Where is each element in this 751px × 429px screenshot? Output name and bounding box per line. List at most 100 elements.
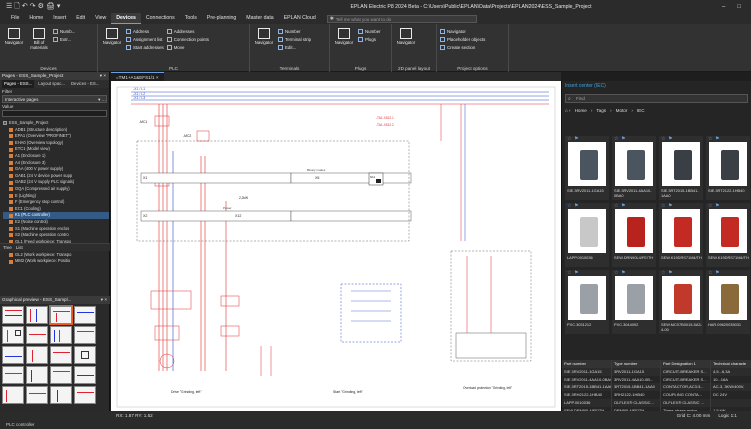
menu-file[interactable]: File <box>6 13 24 24</box>
page-thumbnail[interactable] <box>50 386 72 404</box>
tree-item[interactable]: GQA (Compressed air supply) <box>3 186 109 193</box>
menu-edit[interactable]: Edit <box>71 13 90 24</box>
tree-item[interactable]: GAA (400 V power supply) <box>3 166 109 173</box>
back-icon[interactable]: ⌂ ‹ <box>565 106 571 115</box>
part-card[interactable]: ☆ ⚑ SIE.3RT2122-1HB40 <box>706 136 750 200</box>
undo-icon[interactable]: ↶ <box>22 3 28 10</box>
page-thumbnail[interactable] <box>49 305 73 325</box>
tree-item[interactable]: A4 (Enclosure 3) <box>3 160 109 167</box>
start-addresses-button[interactable]: Start addresses <box>126 44 164 51</box>
tree-item[interactable]: A1 (Enclosure 1) <box>3 153 109 160</box>
tree-item[interactable]: EHA0 (Overview topology) <box>3 140 109 147</box>
part-card[interactable]: ☆ ⚑ SEW.MC07B0015-5A3-4-00 <box>659 270 703 334</box>
tab-devices[interactable]: Devices - ES... <box>69 80 101 88</box>
assignment-list-button[interactable]: Assignment list <box>126 36 164 43</box>
minimize-button[interactable]: – <box>722 4 725 10</box>
customize-dropdown-icon[interactable]: ▾ <box>57 3 61 10</box>
tree-item[interactable]: E2 (Noise control) <box>3 219 109 226</box>
tree-item[interactable]: EC1 (Cooling) <box>3 206 109 213</box>
menu-eplan-cloud[interactable]: EPLAN Cloud <box>279 13 321 24</box>
schematic-canvas[interactable]: -X1 / L1 -X1 / L2 -X1 / L3 -MC1 -MC2 X1 … <box>111 81 561 411</box>
breadcrumb-home[interactable]: Home <box>575 106 587 115</box>
page-thumbnail[interactable] <box>2 386 24 404</box>
panel-close-icon[interactable]: ▾ × <box>100 72 106 80</box>
part-card[interactable]: ☆ ⚑ PXC.3044092 <box>612 270 656 334</box>
devices-extras-button[interactable]: Extr... <box>53 36 75 43</box>
devices-number-button[interactable]: Numb... <box>53 28 75 35</box>
close-icon[interactable]: × <box>156 75 159 80</box>
tree-root[interactable]: ESS_Sample_Project <box>3 120 109 127</box>
part-card[interactable]: ☆ ⚑ SEW.DRN90L4/FE/TH <box>612 203 656 267</box>
plugs-button[interactable]: Plugs <box>358 36 381 43</box>
tree-item[interactable]: GAB2 (24 V supply PLC signals) <box>3 179 109 186</box>
page-thumbnail[interactable] <box>26 346 48 364</box>
menu-view[interactable]: View <box>90 13 111 24</box>
breadcrumb-iec[interactable]: IEC <box>637 106 645 115</box>
menu-insert[interactable]: Insert <box>48 13 71 24</box>
status-logic[interactable]: Logic 1:1 <box>718 411 737 420</box>
page-thumbnail[interactable] <box>50 366 72 384</box>
part-card[interactable]: ☆ ⚑ HAR.09620035031 <box>706 270 750 334</box>
part-card[interactable]: ☆ ⚑ SIE.3RT2015-1BB41-1AA0 <box>659 136 703 200</box>
page-thumbnail[interactable] <box>2 346 24 364</box>
tab-tree[interactable]: Tree <box>3 244 12 251</box>
tree-item[interactable]: S1 (Machine operation enclos <box>3 226 109 233</box>
create-section-button[interactable]: Create section <box>440 44 485 51</box>
connection-points-button[interactable]: Connection points <box>166 36 209 43</box>
tree-item[interactable]: MM2 (Work workpiece: Positio <box>3 258 109 265</box>
placeholder-objects-button[interactable]: Placeholder objects <box>440 36 485 43</box>
tree-item[interactable]: GL2 (Work workpiece: Transpo <box>3 252 109 259</box>
menu-pre-planning[interactable]: Pre-planning <box>202 13 241 24</box>
part-card[interactable]: ☆ ⚑ PXC.3031212 <box>565 270 609 334</box>
page-thumbnail[interactable] <box>26 386 48 404</box>
tab-list[interactable]: List <box>16 244 23 251</box>
menu-tools[interactable]: Tools <box>180 13 202 24</box>
tab-layout-space[interactable]: Layout spac... <box>36 80 67 88</box>
filter-select[interactable]: Interactive pages ▾ … <box>2 95 107 103</box>
part-card[interactable]: ☆ ⚑ SEW.K19DRS71M4/TH <box>659 203 703 267</box>
tree-item[interactable]: F (Emergency stop control) <box>3 199 109 206</box>
tree-item[interactable]: EPA1 (Overview "PROFINET") <box>3 133 109 140</box>
table-row[interactable]: LAPP.0010036 OLFLEX® CLASSIC... OLFLEX® CL… <box>562 398 751 407</box>
tree-item[interactable]: K1 (PLC controller) <box>3 212 109 219</box>
page-thumbnail[interactable] <box>74 386 96 404</box>
plc-address-button[interactable]: Address <box>126 28 164 35</box>
page-thumbnail[interactable] <box>2 366 24 384</box>
column-header[interactable]: Type number <box>612 360 661 368</box>
tab-schematic-page[interactable]: =TM1+A1&EFS1/1 × <box>111 72 164 81</box>
terminal-strip-button[interactable]: Terminal strip <box>278 36 311 43</box>
part-card[interactable]: ☆ ⚑ SEW.K19DRS71M4/TH <box>706 203 750 267</box>
maximize-button[interactable]: □ <box>737 4 741 10</box>
tree-item[interactable]: ADB1 (Structure description) <box>3 127 109 134</box>
value-input[interactable] <box>2 110 107 117</box>
page-thumbnail[interactable] <box>74 346 96 364</box>
table-row[interactable]: SIE.3RV2011-4AA10-0BA0 3RV2011-4AA10-0B..… <box>562 375 751 384</box>
panel-close-icon[interactable]: ▾ × <box>101 296 107 304</box>
page-thumbnail[interactable] <box>26 366 48 384</box>
page-thumbnail[interactable] <box>50 326 72 344</box>
page-thumbnail[interactable] <box>2 306 24 324</box>
page-thumbnail[interactable] <box>74 326 96 344</box>
page-thumbnail[interactable] <box>26 306 48 324</box>
table-row[interactable]: SIE.3RV2011-1GA15 3RV2011-1GA15 CIRCUIT-BR… <box>562 367 751 376</box>
breadcrumb-motor[interactable]: Motor <box>616 106 628 115</box>
menu-connections[interactable]: Connections <box>141 13 180 24</box>
tell-me-input[interactable]: ✱ Tell me what you want to do <box>326 14 477 23</box>
table-row[interactable]: SIE.3RH2122-1HB40 3RH2122-1HB40 COUPLING C… <box>562 391 751 399</box>
column-header[interactable]: Part number <box>562 360 612 368</box>
plc-move-button[interactable]: Move <box>166 44 209 51</box>
tree-item[interactable]: S2 (Machine operation contro <box>3 232 109 239</box>
tree-item[interactable]: GAB1 (24 V device power supp <box>3 173 109 180</box>
page-thumbnail[interactable] <box>74 366 96 384</box>
terminal-number-button[interactable]: Number <box>278 28 311 35</box>
settings-icon[interactable]: ⚙ <box>38 3 44 10</box>
menu-home[interactable]: Home <box>24 13 48 24</box>
plc-addresses-button[interactable]: Addresses <box>166 28 209 35</box>
project-navigator-button[interactable]: Navigator <box>440 28 485 35</box>
status-grid[interactable]: Grid C: 4.00 mm <box>677 411 711 420</box>
page-thumbnail[interactable] <box>74 306 96 324</box>
tree-item[interactable]: E (Lighting) <box>3 193 109 200</box>
tree-item[interactable]: ETC1 (Model view) <box>3 146 109 153</box>
print-icon[interactable]: 🖨 <box>46 3 55 10</box>
save-icon[interactable]: 🗋 <box>14 3 20 10</box>
